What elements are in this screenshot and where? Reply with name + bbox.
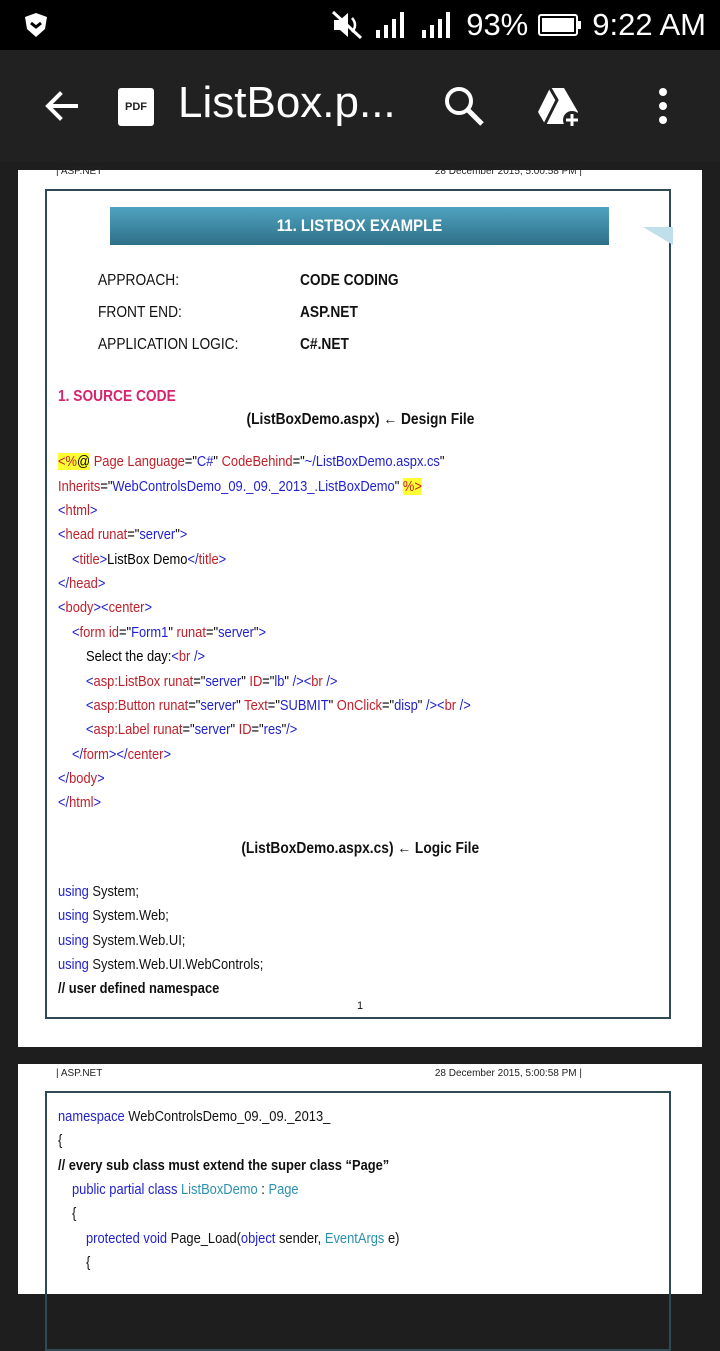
code-line: using System.Web.UI.WebControls; xyxy=(58,956,264,973)
code-line: { xyxy=(86,1254,91,1271)
header-left: | ASP.NET xyxy=(56,1068,103,1079)
code-line: <%@ Page Language="C#" CodeBehind="~/Lis… xyxy=(58,453,445,470)
code-line: <title>ListBox Demo</title> xyxy=(72,551,227,568)
code-line: { xyxy=(72,1205,77,1222)
document-title: ListBox.p... xyxy=(178,78,396,127)
section-heading: 1. SOURCE CODE xyxy=(58,388,176,405)
app-bar: PDF ListBox.p... xyxy=(0,50,720,162)
code-line: </body> xyxy=(58,770,105,787)
code-line: <form id="Form1" runat="server"> xyxy=(72,624,267,641)
header-right: 28 December 2015, 5:00:58 PM | xyxy=(434,1068,582,1079)
meta-label: APPROACH: xyxy=(98,272,180,289)
code-line: <asp:Label runat="server" ID="res"/> xyxy=(86,721,298,738)
meta-value: C#.NET xyxy=(300,336,349,353)
code-line: </html> xyxy=(58,794,102,811)
signal-icon-2 xyxy=(422,12,451,38)
meta-label: FRONT END: xyxy=(98,304,182,321)
code-comment: // every sub class must extend the super… xyxy=(58,1157,390,1174)
meta-value: CODE CODING xyxy=(300,272,399,289)
code-line: <body><center> xyxy=(58,599,152,616)
drive-add-icon[interactable] xyxy=(534,84,582,128)
page-frame xyxy=(45,1091,671,1351)
code-line: <html> xyxy=(58,502,98,519)
code-line: Inherits="WebControlsDemo_09._09._2013_.… xyxy=(58,478,422,495)
pdf-file-icon: PDF xyxy=(118,88,154,126)
banner-tail xyxy=(643,227,673,245)
mute-icon xyxy=(332,10,363,40)
code-line: public partial class ListBoxDemo : Page xyxy=(72,1181,299,1198)
code-line: namespace WebControlsDemo_09._09._2013_ xyxy=(58,1108,331,1125)
clock: 9:22 AM xyxy=(592,7,706,42)
logic-file-caption: (ListBoxDemo.aspx.cs) ← Logic File xyxy=(241,840,479,857)
shield-icon xyxy=(25,13,47,37)
pdf-page-2: | ASP.NET 28 December 2015, 5:00:58 PM |… xyxy=(18,1064,702,1351)
code-line: <head runat="server"> xyxy=(58,526,188,543)
code-comment: // user defined namespace xyxy=(58,980,220,997)
battery-percent: 93% xyxy=(466,7,529,42)
code-line: protected void Page_Load(object sender, … xyxy=(86,1230,400,1247)
code-line: <asp:Button runat="server" Text="SUBMIT"… xyxy=(86,697,471,714)
status-bar: 93% 9:22 AM xyxy=(0,0,720,50)
signal-icon xyxy=(376,12,405,38)
page-number: 1 xyxy=(356,1000,364,1012)
meta-label: APPLICATION LOGIC: xyxy=(98,336,239,353)
more-options-icon[interactable] xyxy=(650,84,676,128)
code-line: using System; xyxy=(58,883,140,900)
pdf-page-1: | ASP.NET 28 December 2015, 5:00:58 PM |… xyxy=(18,166,702,1047)
code-line: Select the day:<br /> xyxy=(86,648,206,665)
page-header: | ASP.NET 28 December 2015, 5:00:58 PM | xyxy=(56,1068,582,1079)
back-arrow-icon[interactable] xyxy=(40,84,84,128)
code-line: using System.Web; xyxy=(58,907,169,924)
code-line: using System.Web.UI; xyxy=(58,932,186,949)
code-line: { xyxy=(58,1132,63,1149)
code-line: </head> xyxy=(58,575,106,592)
page-header: | ASP.NET 28 December 2015, 5:00:58 PM | xyxy=(56,166,582,177)
design-file-caption: (ListBoxDemo.aspx) ← Design File xyxy=(246,411,474,428)
header-left: | ASP.NET xyxy=(56,166,103,177)
code-line: <asp:ListBox runat="server" ID="lb" /><b… xyxy=(86,673,338,690)
meta-value: ASP.NET xyxy=(300,304,358,321)
header-right: 28 December 2015, 5:00:58 PM | xyxy=(434,166,582,177)
section-banner: 11. LISTBOX EXAMPLE xyxy=(110,207,609,245)
search-icon[interactable] xyxy=(442,84,486,128)
battery-icon xyxy=(538,14,582,36)
code-line: </form></center> xyxy=(72,746,171,763)
